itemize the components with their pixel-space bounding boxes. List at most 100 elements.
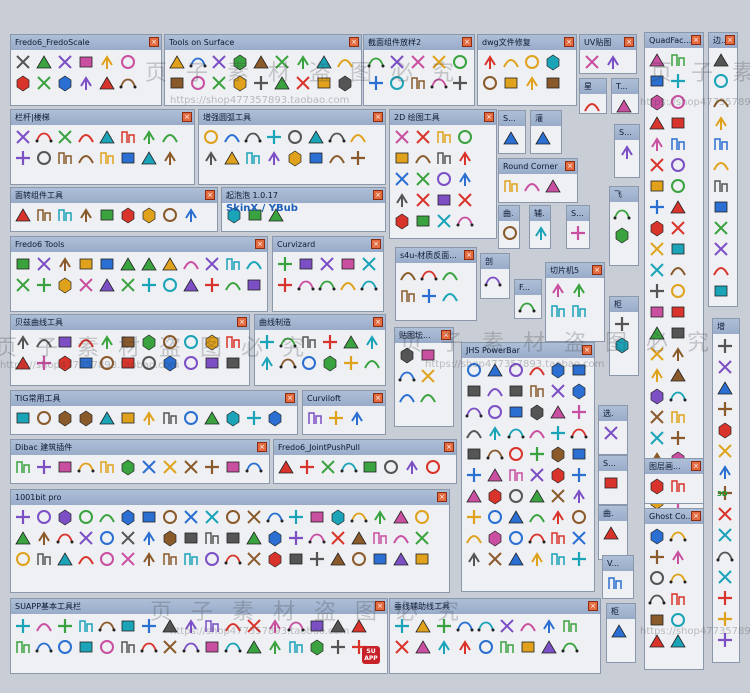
circle-icon[interactable] bbox=[668, 610, 687, 629]
curve-icon[interactable] bbox=[76, 457, 95, 476]
circle-icon[interactable] bbox=[13, 549, 32, 568]
close-button[interactable]: × bbox=[285, 393, 295, 403]
curve-icon[interactable] bbox=[223, 637, 242, 656]
close-button[interactable]: × bbox=[349, 37, 359, 47]
cube-icon[interactable] bbox=[647, 71, 666, 90]
circle-icon[interactable] bbox=[139, 353, 158, 372]
cross-icon[interactable] bbox=[55, 52, 74, 71]
close-button[interactable]: × bbox=[462, 37, 472, 47]
circle-icon[interactable] bbox=[285, 127, 304, 146]
circle-icon[interactable] bbox=[569, 507, 588, 526]
cube-icon[interactable] bbox=[338, 254, 357, 273]
triangle-icon[interactable] bbox=[668, 631, 687, 650]
close-button[interactable]: × bbox=[691, 461, 701, 471]
triangle-icon[interactable] bbox=[647, 113, 666, 132]
plus-icon[interactable] bbox=[286, 528, 305, 547]
arrow-icon[interactable] bbox=[715, 462, 734, 481]
arrow-icon[interactable] bbox=[293, 52, 312, 71]
cube-icon[interactable] bbox=[668, 239, 687, 258]
triangle-icon[interactable] bbox=[328, 616, 347, 635]
plus-icon[interactable] bbox=[264, 127, 283, 146]
triangle-icon[interactable] bbox=[97, 408, 116, 427]
cube-icon[interactable] bbox=[223, 457, 242, 476]
arrow-icon[interactable] bbox=[139, 549, 158, 568]
arc-icon[interactable] bbox=[160, 127, 179, 146]
cross-icon[interactable] bbox=[13, 52, 32, 71]
close-button[interactable]: × bbox=[237, 317, 247, 327]
hexagon-icon[interactable] bbox=[55, 408, 74, 427]
arc-icon[interactable] bbox=[398, 265, 417, 284]
hexagon-icon[interactable] bbox=[160, 528, 179, 547]
hexagon-icon[interactable] bbox=[118, 507, 137, 526]
circle-icon[interactable] bbox=[97, 549, 116, 568]
hexagon-icon[interactable] bbox=[647, 386, 666, 405]
close-button[interactable]: × bbox=[444, 442, 454, 452]
circle-icon[interactable] bbox=[223, 507, 242, 526]
stairs-icon[interactable] bbox=[118, 637, 137, 656]
cross-icon[interactable] bbox=[413, 190, 432, 209]
arrow-icon[interactable] bbox=[34, 528, 53, 547]
curve-icon[interactable] bbox=[278, 353, 297, 372]
cube-icon[interactable] bbox=[223, 528, 242, 547]
curve-icon[interactable] bbox=[286, 616, 305, 635]
cube-icon[interactable] bbox=[518, 637, 537, 656]
cross-icon[interactable] bbox=[272, 52, 291, 71]
curve-icon[interactable] bbox=[243, 127, 262, 146]
plus-icon[interactable] bbox=[202, 457, 221, 476]
cross-icon[interactable] bbox=[527, 465, 546, 484]
triangle-icon[interactable] bbox=[413, 637, 432, 656]
triangle-icon[interactable] bbox=[601, 523, 620, 542]
cross-icon[interactable] bbox=[569, 528, 588, 547]
stairs-icon[interactable] bbox=[370, 528, 389, 547]
triangle-icon[interactable] bbox=[160, 616, 179, 635]
cross-icon[interactable] bbox=[408, 52, 427, 71]
arc-icon[interactable] bbox=[485, 381, 504, 400]
cube-icon[interactable] bbox=[244, 275, 263, 294]
arc-icon[interactable] bbox=[527, 360, 546, 379]
plus-icon[interactable] bbox=[569, 465, 588, 484]
close-button[interactable]: × bbox=[257, 442, 267, 452]
curve-icon[interactable] bbox=[483, 271, 502, 290]
plus-icon[interactable] bbox=[275, 275, 294, 294]
circle-icon[interactable] bbox=[668, 176, 687, 195]
cross-icon[interactable] bbox=[34, 254, 53, 273]
stairs-icon[interactable] bbox=[55, 205, 74, 224]
close-button[interactable]: × bbox=[437, 492, 447, 502]
arrow-icon[interactable] bbox=[434, 637, 453, 656]
triangle-icon[interactable] bbox=[548, 402, 567, 421]
cube-icon[interactable] bbox=[307, 507, 326, 526]
cube-icon[interactable] bbox=[118, 616, 137, 635]
arc-icon[interactable] bbox=[244, 254, 263, 273]
close-button[interactable]: × bbox=[373, 317, 383, 327]
arrow-icon[interactable] bbox=[55, 254, 74, 273]
cube-icon[interactable] bbox=[55, 457, 74, 476]
hexagon-icon[interactable] bbox=[527, 402, 546, 421]
circle-icon[interactable] bbox=[647, 568, 666, 587]
triangle-icon[interactable] bbox=[413, 616, 432, 635]
cross-icon[interactable] bbox=[434, 211, 453, 230]
curve-icon[interactable] bbox=[668, 526, 687, 545]
arc-icon[interactable] bbox=[711, 92, 730, 111]
arrow-icon[interactable] bbox=[76, 205, 95, 224]
cube-icon[interactable] bbox=[55, 332, 74, 351]
curve-icon[interactable] bbox=[265, 507, 284, 526]
close-button[interactable]: × bbox=[375, 601, 385, 611]
stairs-icon[interactable] bbox=[55, 148, 74, 167]
circle-icon[interactable] bbox=[434, 169, 453, 188]
arrow-icon[interactable] bbox=[668, 344, 687, 363]
stairs-icon[interactable] bbox=[97, 148, 116, 167]
hexagon-icon[interactable] bbox=[202, 332, 221, 351]
circle-icon[interactable] bbox=[668, 92, 687, 111]
hexagon-icon[interactable] bbox=[548, 444, 567, 463]
hexagon-icon[interactable] bbox=[647, 92, 666, 111]
close-button[interactable]: × bbox=[624, 37, 634, 47]
cube-icon[interactable] bbox=[314, 73, 333, 92]
circle-icon[interactable] bbox=[501, 223, 519, 242]
arrow-icon[interactable] bbox=[13, 332, 32, 351]
stairs-icon[interactable] bbox=[668, 476, 687, 495]
cross-icon[interactable] bbox=[715, 504, 734, 523]
hexagon-icon[interactable] bbox=[485, 528, 504, 547]
cross-icon[interactable] bbox=[387, 52, 406, 71]
triangle-icon[interactable] bbox=[647, 50, 666, 69]
triangle-icon[interactable] bbox=[668, 197, 687, 216]
